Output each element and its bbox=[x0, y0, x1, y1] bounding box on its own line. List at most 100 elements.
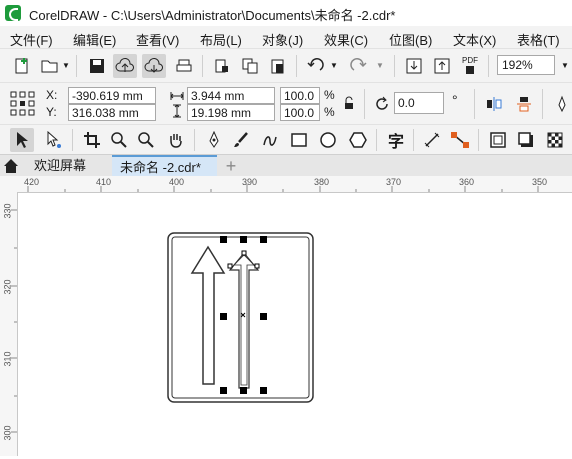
toolbar-separator bbox=[76, 55, 77, 77]
x-position-field[interactable]: -390.619 mm bbox=[68, 87, 156, 104]
shape-tool-icon[interactable] bbox=[42, 128, 66, 152]
copy-icon[interactable] bbox=[238, 54, 262, 78]
ellipse-tool-icon[interactable] bbox=[316, 128, 340, 152]
zoom-tool-icon[interactable] bbox=[107, 128, 131, 152]
tab-document[interactable]: 未命名 -2.cdr* bbox=[112, 155, 217, 177]
toolbar-separator bbox=[296, 55, 297, 77]
paste-special-icon[interactable] bbox=[210, 54, 234, 78]
menu-edit[interactable]: 编辑(E) bbox=[73, 30, 116, 49]
new-document-icon[interactable] bbox=[10, 54, 34, 78]
width-field[interactable]: 3.944 mm bbox=[187, 87, 275, 104]
outline-pen-icon[interactable] bbox=[550, 92, 572, 116]
document-tab-bar: 欢迎屏幕 未命名 -2.cdr* + bbox=[0, 154, 572, 177]
chevron-down-icon[interactable]: ▼ bbox=[330, 61, 338, 70]
menu-bar: 文件(F) 编辑(E) 查看(V) 布局(L) 对象(J) 效果(C) 位图(B… bbox=[0, 26, 572, 48]
height-icon bbox=[172, 104, 182, 121]
undo-icon[interactable] bbox=[303, 54, 327, 78]
transparency-tool-icon[interactable] bbox=[543, 128, 567, 152]
zoom-out-tool-icon[interactable] bbox=[134, 128, 158, 152]
zoom-level-select[interactable]: 192% bbox=[497, 55, 555, 75]
crop-tool-icon[interactable] bbox=[80, 128, 104, 152]
chevron-down-icon[interactable]: ▼ bbox=[376, 61, 384, 70]
ruler-label: 400 bbox=[169, 177, 185, 187]
add-tab-button[interactable]: + bbox=[222, 157, 240, 175]
rotate-icon bbox=[373, 95, 391, 116]
parallel-dimension-icon[interactable] bbox=[420, 128, 444, 152]
toolbar-separator bbox=[478, 129, 479, 151]
text-tool-icon[interactable]: 字 bbox=[384, 128, 408, 152]
home-icon[interactable] bbox=[3, 158, 19, 177]
scale-width-field[interactable]: 100.0 bbox=[280, 87, 320, 104]
height-field[interactable]: 19.198 mm bbox=[187, 104, 275, 121]
mirror-horizontal-icon[interactable] bbox=[482, 92, 506, 116]
vertical-ruler[interactable]: 330 320 310 300 bbox=[0, 192, 18, 456]
toolbar-separator bbox=[394, 55, 395, 77]
open-folder-icon[interactable] bbox=[38, 54, 62, 78]
pen-tool-icon[interactable] bbox=[202, 128, 226, 152]
menu-view[interactable]: 查看(V) bbox=[136, 30, 179, 49]
export-icon[interactable] bbox=[430, 54, 454, 78]
drop-shadow-icon[interactable] bbox=[514, 128, 538, 152]
menu-layout[interactable]: 布局(L) bbox=[200, 30, 242, 49]
menu-effects[interactable]: 效果(C) bbox=[324, 30, 368, 49]
print-icon[interactable] bbox=[172, 54, 196, 78]
redo-icon[interactable] bbox=[347, 54, 371, 78]
chevron-down-icon[interactable]: ▼ bbox=[561, 61, 569, 70]
polygon-tool-icon[interactable] bbox=[346, 128, 370, 152]
menu-bitmaps[interactable]: 位图(B) bbox=[389, 30, 432, 49]
paste-icon[interactable] bbox=[266, 54, 290, 78]
ruler-label: 370 bbox=[386, 177, 402, 187]
title-bar: CorelDRAW - C:\Users\Administrator\Docum… bbox=[0, 0, 572, 26]
contour-tool-icon[interactable] bbox=[486, 128, 510, 152]
toolbar-separator bbox=[376, 129, 377, 151]
tab-welcome-screen[interactable]: 欢迎屏幕 bbox=[22, 155, 98, 177]
percent-label: % bbox=[324, 105, 335, 119]
ruler-ticks bbox=[27, 184, 539, 192]
save-icon[interactable] bbox=[85, 54, 109, 78]
scale-height-field[interactable]: 100.0 bbox=[280, 104, 320, 121]
toolbar-separator bbox=[413, 129, 414, 151]
drawing-canvas[interactable] bbox=[18, 193, 572, 456]
pan-tool-icon[interactable] bbox=[164, 128, 188, 152]
ruler-label: 350 bbox=[532, 177, 548, 187]
toolbar-separator bbox=[488, 55, 489, 77]
ruler-label: 420 bbox=[24, 177, 40, 187]
publish-pdf-icon[interactable]: PDF bbox=[458, 54, 482, 78]
menu-file[interactable]: 文件(F) bbox=[10, 30, 53, 49]
ruler-label: 390 bbox=[242, 177, 258, 187]
horizontal-ruler[interactable]: 420 410 400 390 380 370 360 350 bbox=[0, 176, 572, 193]
lock-icon[interactable] bbox=[343, 96, 355, 113]
menu-table[interactable]: 表格(T) bbox=[517, 30, 560, 49]
ruler-label: 330 bbox=[2, 203, 13, 219]
width-icon bbox=[170, 90, 184, 104]
y-position-field[interactable]: 316.038 mm bbox=[68, 104, 156, 121]
toolbar-separator bbox=[542, 89, 543, 119]
rotation-field[interactable]: 0.0 bbox=[394, 92, 444, 114]
coreldraw-logo-icon bbox=[5, 5, 21, 21]
toolbar-separator bbox=[194, 129, 195, 151]
brush-tool-icon[interactable] bbox=[229, 128, 253, 152]
property-bar: X: Y: -390.619 mm 316.038 mm 3.944 mm 19… bbox=[0, 82, 572, 125]
ruler-label: 310 bbox=[2, 351, 13, 367]
ruler-label: 320 bbox=[2, 279, 13, 295]
degree-label: ° bbox=[452, 92, 458, 108]
standard-toolbar: ▼ ▼ ▼ PDF bbox=[0, 48, 572, 83]
ruler-label: 300 bbox=[2, 425, 13, 441]
ruler-label: 380 bbox=[314, 177, 330, 187]
menu-object[interactable]: 对象(J) bbox=[262, 30, 303, 49]
canvas-drawing bbox=[167, 232, 314, 403]
mirror-vertical-icon[interactable] bbox=[512, 92, 536, 116]
connector-tool-icon[interactable] bbox=[448, 128, 472, 152]
toolbar-separator bbox=[202, 55, 203, 77]
chevron-down-icon[interactable]: ▼ bbox=[62, 61, 70, 70]
cloud-upload-icon[interactable] bbox=[113, 54, 137, 78]
ruler-label: 360 bbox=[459, 177, 475, 187]
rectangle-tool-icon[interactable] bbox=[287, 128, 311, 152]
pick-tool-icon[interactable] bbox=[10, 128, 34, 152]
smart-drawing-icon[interactable] bbox=[258, 128, 282, 152]
reference-point-icon[interactable] bbox=[10, 91, 36, 120]
import-icon[interactable] bbox=[402, 54, 426, 78]
menu-text[interactable]: 文本(X) bbox=[453, 30, 496, 49]
y-label: Y: bbox=[46, 105, 57, 119]
cloud-download-icon[interactable] bbox=[142, 54, 166, 78]
